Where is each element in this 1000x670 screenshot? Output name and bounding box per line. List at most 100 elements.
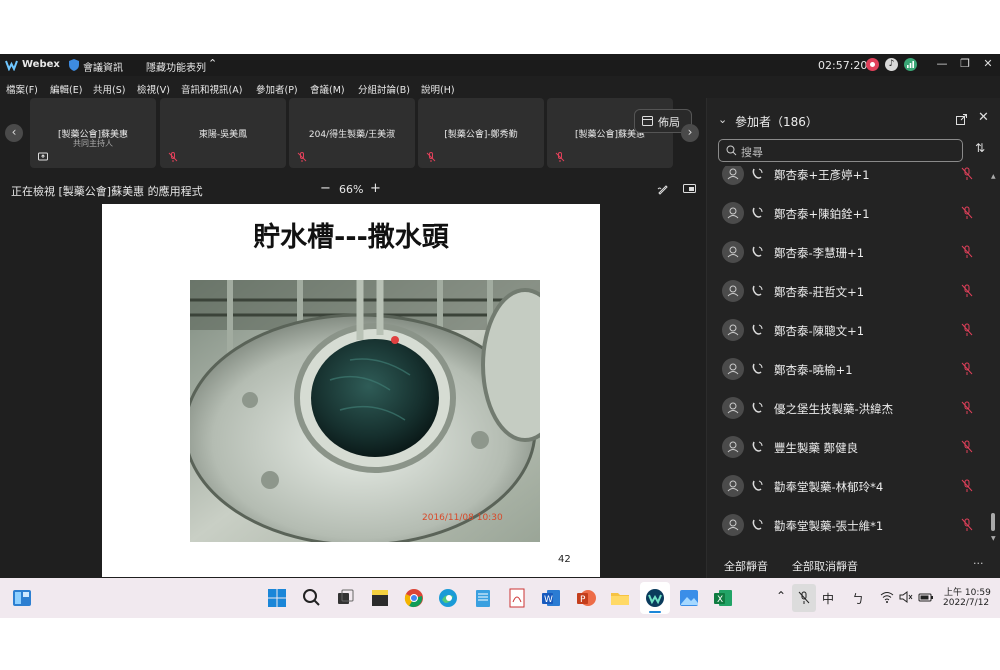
participant-list[interactable]: 鄭杏泰+王彥婷+1 鄭杏泰+陳鉑銓+1 鄭杏泰-李慧珊+1 鄭杏泰-莊哲文+1 [707,166,1000,548]
mic-muted-icon[interactable] [961,362,973,376]
tile-role: 共同主持人 [73,139,113,148]
mic-muted-icon[interactable] [961,401,973,415]
hide-menu-button[interactable]: 隱藏功能表列 [146,59,206,74]
menu-edit[interactable]: 編輯(E) [50,82,82,96]
mic-muted-icon[interactable] [961,206,973,220]
search-placeholder: 搜尋 [741,146,763,159]
phone-audio-icon [752,285,763,296]
svg-text:X: X [717,595,723,605]
task-view-icon[interactable] [334,587,356,609]
powerpoint-icon[interactable]: P [575,587,597,609]
video-tile[interactable]: [製藥公會]-鄭秀勤 [418,98,544,168]
tile-name: 東陽-吳美鳳 [198,130,248,140]
participant-row[interactable]: 優之堡生技製藥-洪緯杰 [707,390,1000,429]
close-panel-button[interactable]: ✕ [978,110,989,125]
more-options-button[interactable]: ... [973,554,984,567]
video-tile[interactable]: 204/得生製藥/王美淑 [289,98,415,168]
annotate-icon[interactable] [657,183,669,195]
mic-muted-icon [297,152,307,162]
menu-audio-video[interactable]: 音訊和視訊(A) [181,82,242,96]
participant-row[interactable]: 鄭杏泰-曉榆+1 [707,351,1000,390]
pdf-reader-icon[interactable] [506,587,528,609]
notepad-icon[interactable] [472,587,494,609]
participant-row[interactable]: 鄭杏泰+陳鉑銓+1 [707,195,1000,234]
search-input[interactable]: 搜尋 [718,139,963,162]
zoom-level[interactable]: 66% [339,183,363,196]
clock-date[interactable]: 2022/7/12 [943,598,989,608]
mic-tray-button[interactable] [792,584,816,612]
widgets-icon[interactable] [11,587,33,609]
participant-name: 鄭杏泰-莊哲文+1 [774,285,865,299]
participant-row[interactable]: 勸奉堂製藥-張士維*1 [707,507,1000,546]
ime-indicator[interactable]: 中 [822,590,834,607]
ime-mode-icon[interactable]: ㄅ [852,590,864,607]
search-icon [726,145,737,156]
participant-row[interactable]: 鄭杏泰+王彥婷+1 [707,166,1000,195]
excel-icon[interactable]: X [712,587,734,609]
participant-name: 鄭杏泰-李慧珊+1 [774,246,865,260]
recording-icon[interactable] [866,58,879,71]
wifi-icon[interactable] [880,591,894,603]
menu-file[interactable]: 檔案(F) [6,82,38,96]
close-window-button[interactable]: ✕ [981,57,995,71]
participant-row[interactable]: 鄭杏泰-李慧珊+1 [707,234,1000,273]
menu-view[interactable]: 檢視(V) [137,82,170,96]
participant-row[interactable]: 鄭杏泰-莊哲文+1 [707,273,1000,312]
battery-icon[interactable] [918,591,934,603]
mic-muted-icon[interactable] [961,284,973,298]
word-icon[interactable]: W [540,587,562,609]
mic-muted-icon[interactable] [961,440,973,454]
zoom-in-button[interactable]: + [370,181,381,196]
pop-out-icon[interactable] [956,114,967,125]
search-icon[interactable] [300,587,322,609]
captions-icon[interactable]: ♪ [885,58,898,71]
chevron-up-icon[interactable]: ⌃ [208,57,217,70]
participant-scrollbar[interactable]: ▲ ▼ [989,173,997,543]
webex-taskbar-button[interactable] [640,582,670,614]
pop-out-icon[interactable] [683,183,696,195]
mic-muted-icon[interactable] [961,518,973,532]
video-tile[interactable]: 東陽-吳美鳳 [160,98,286,168]
menu-meeting[interactable]: 會議(M) [310,82,345,96]
network-health-icon[interactable] [904,58,917,71]
zoom-out-button[interactable]: − [320,181,331,196]
menu-share[interactable]: 共用(S) [93,82,125,96]
chevron-up-icon[interactable]: ⌃ [776,589,786,603]
video-tile[interactable]: [製藥公會]蘇美惠 共同主持人 [30,98,156,168]
volume-muted-icon[interactable] [899,591,913,603]
mic-muted-icon[interactable] [961,245,973,259]
file-explorer-icon[interactable] [609,587,631,609]
minimize-button[interactable]: — [935,57,949,71]
sort-icon[interactable]: ⇅ [975,141,985,155]
shield-icon[interactable] [69,59,79,71]
unmute-all-button[interactable]: 全部取消靜音 [792,558,858,574]
participant-row[interactable]: 鄭杏泰-陳聰文+1 [707,312,1000,351]
meeting-info-button[interactable]: 會議資訊 [83,59,123,74]
strip-prev-button[interactable]: ‹ [5,124,23,142]
menu-participants[interactable]: 參加者(P) [256,82,298,96]
mute-all-button[interactable]: 全部靜音 [724,558,768,574]
share-view-bar: 正在檢視 [製藥公會]蘇美惠 的應用程式 − 66% + [0,178,706,200]
menu-help[interactable]: 說明(H) [421,82,455,96]
mic-muted-icon[interactable] [961,167,973,181]
clock-time[interactable]: 上午 10:59 [944,585,991,598]
participants-header: 參加者（186） [735,115,818,129]
mic-muted-icon[interactable] [961,479,973,493]
restore-button[interactable]: ❐ [958,57,972,71]
screen-share-icon [38,152,48,161]
collapse-chevron-icon[interactable]: ⌄ [718,113,727,126]
menu-breakout[interactable]: 分組討論(B) [358,82,410,96]
photos-icon[interactable] [678,587,700,609]
tile-name: [製藥公會]-鄭秀勤 [444,130,518,140]
start-icon[interactable] [266,587,288,609]
edge-icon[interactable] [437,587,459,609]
mic-muted-icon[interactable] [961,323,973,337]
strip-next-button[interactable]: › [681,124,699,142]
participant-name: 鄭杏泰+王彥婷+1 [774,168,870,182]
phone-audio-icon [752,441,763,452]
sticky-notes-icon[interactable] [369,587,391,609]
participant-row[interactable]: 豐生製藥 鄭健良 [707,429,1000,468]
chrome-icon[interactable] [403,587,425,609]
svg-text:P: P [580,595,586,605]
participant-row[interactable]: 勸奉堂製藥-林郁玲*4 [707,468,1000,507]
